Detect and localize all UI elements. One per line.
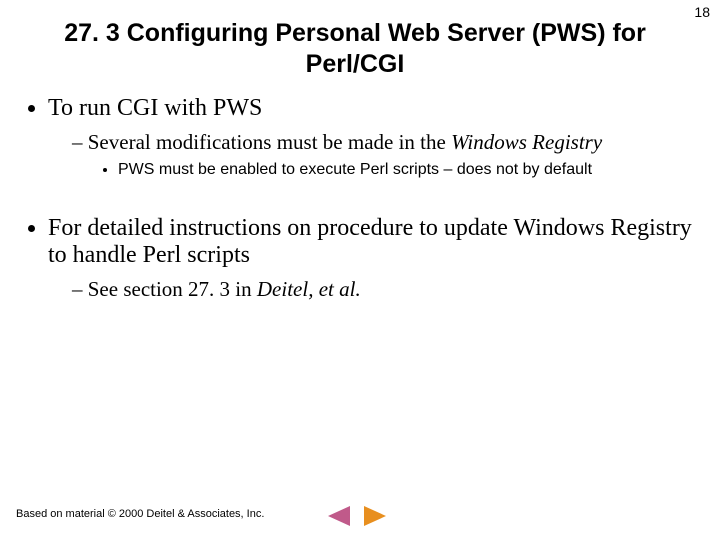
- bullet-2-1: See section 27. 3 in Deitel, et al.: [72, 277, 698, 302]
- bullet-1-1-sublist: PWS must be enabled to execute Perl scri…: [118, 161, 698, 179]
- bullet-1-text: To run CGI with PWS: [48, 95, 262, 121]
- bullet-2-sublist: See section 27. 3 in Deitel, et al.: [72, 277, 698, 302]
- bullet-2-1-em: Deitel, et al.: [257, 277, 361, 301]
- bullet-1-1-em: Windows Registry: [451, 130, 602, 154]
- bullet-1-1: Several modifications must be made in th…: [72, 130, 698, 179]
- bullet-1-1-1-text: PWS must be enabled to execute Perl scri…: [118, 161, 592, 178]
- bullet-1-1-text: Several modifications must be made in th…: [88, 130, 451, 154]
- bullet-1: To run CGI with PWS Several modification…: [48, 95, 698, 179]
- bullet-1-sublist: Several modifications must be made in th…: [72, 130, 698, 179]
- slide: 18 27. 3 Configuring Personal Web Server…: [0, 0, 720, 540]
- bullet-list: To run CGI with PWS Several modification…: [48, 95, 698, 179]
- bullet-1-1-1: PWS must be enabled to execute Perl scri…: [118, 161, 698, 179]
- bullet-2-text: For detailed instructions on procedure t…: [48, 215, 692, 268]
- prev-icon[interactable]: [322, 504, 350, 528]
- page-number: 18: [694, 4, 710, 20]
- slide-title: 27. 3 Configuring Personal Web Server (P…: [22, 18, 688, 81]
- bullet-2-1-text: See section 27. 3 in: [88, 277, 257, 301]
- bullet-2: For detailed instructions on procedure t…: [48, 215, 698, 302]
- next-icon[interactable]: [364, 504, 392, 528]
- footer-credit: Based on material © 2000 Deitel & Associ…: [16, 508, 264, 520]
- spacer: [22, 189, 698, 215]
- bullet-list-2: For detailed instructions on procedure t…: [48, 215, 698, 302]
- nav-controls: [322, 504, 392, 528]
